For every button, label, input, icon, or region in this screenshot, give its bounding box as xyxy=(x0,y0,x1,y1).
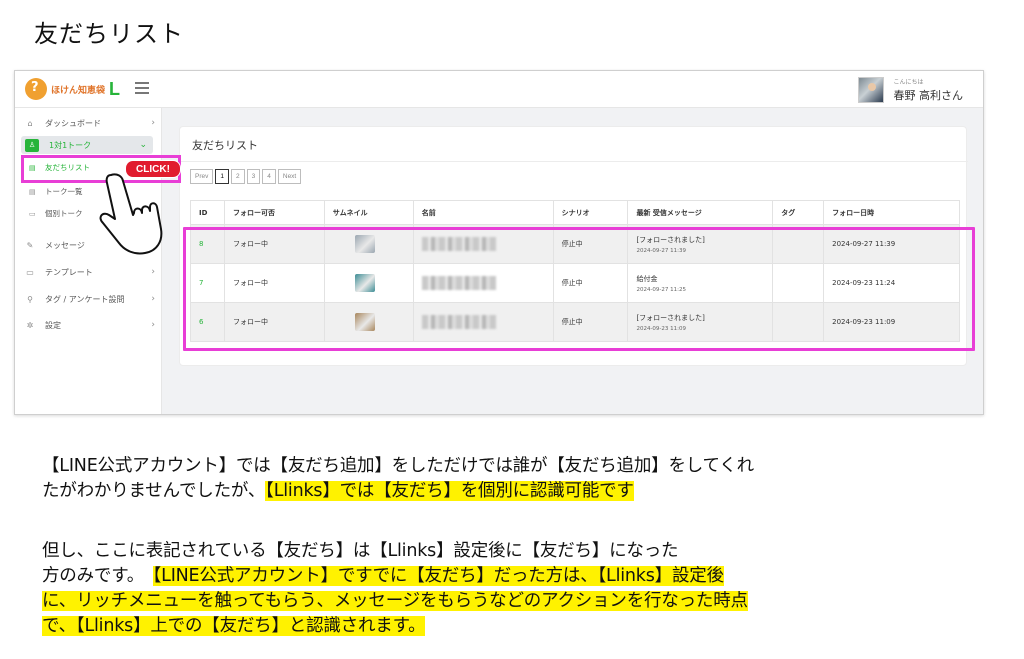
chevron-right-icon: › xyxy=(151,267,155,277)
sidebar-item-tag-survey[interactable]: ⚲ タグ / アンケート設問 › xyxy=(25,290,155,308)
chat-icon: ▭ xyxy=(29,209,36,218)
rows-highlight-frame xyxy=(183,227,975,351)
brand-mark-icon xyxy=(25,78,47,100)
pagination-page-3[interactable]: 3 xyxy=(246,169,261,184)
app-screenshot: ほけん知恵袋 L こんにちは 春野 高利さん ⌂ ダッシュボード › ♙ 1対1… xyxy=(14,70,984,415)
sidebar-item-dashboard[interactable]: ⌂ ダッシュボード › xyxy=(25,114,155,132)
message-icon: ✎ xyxy=(26,240,34,250)
highlighted-text: で、【Llinks】上での【友だち】と認識されます。 xyxy=(42,616,426,636)
sidebar-item-label: 1対1トーク xyxy=(49,140,92,150)
chevron-right-icon: › xyxy=(151,118,155,128)
pagination: Prev 1 2 3 4 Next xyxy=(190,169,303,184)
pagination-page-1[interactable]: 1 xyxy=(215,169,229,184)
pagination-prev-button[interactable]: Prev xyxy=(190,169,214,184)
sidebar-item-settings[interactable]: ✲ 設定 › xyxy=(25,316,155,334)
template-icon: ▭ xyxy=(26,267,34,277)
divider xyxy=(180,161,968,162)
highlighted-text: 【LINE公式アカウント】ですでに【友だち】だった方は、【Llinks】設定後 xyxy=(152,566,724,586)
highlighted-text: 【Llinks】では【友だち】を個別に認識可能です xyxy=(265,481,634,501)
sidebar-item-label: ダッシュボード xyxy=(45,118,101,128)
sidebar-subitem-label: 個別トーク xyxy=(45,209,83,218)
click-badge: CLICK! xyxy=(125,160,181,178)
sidebar-item-label: テンプレート xyxy=(45,267,93,277)
brand-text: ほけん知恵袋 xyxy=(51,85,106,96)
gear-icon: ✲ xyxy=(26,320,34,330)
tag-icon: ⚲ xyxy=(27,294,33,304)
explanation-line: 方のみです。 【LINE公式アカウント】ですでに【友だち】だった方は、【Llin… xyxy=(42,565,724,587)
sidebar-item-talk[interactable]: 1対1トーク ⌄ xyxy=(49,136,153,154)
user-icon: ♙ xyxy=(25,139,39,152)
column-header[interactable]: タグ xyxy=(772,200,825,225)
card-title: 友だちリスト xyxy=(192,139,258,152)
explanation-line: で、【Llinks】上での【友だち】と認識されます。 xyxy=(42,615,426,637)
sidebar-subitem-talk-list[interactable]: ▤ トーク一覧 xyxy=(29,186,83,197)
explanation-line: に、リッチメニューを触ってもらう、メッセージをもらうなどのアクションを行なった時… xyxy=(42,590,748,612)
home-icon: ⌂ xyxy=(27,118,33,128)
avatar xyxy=(857,77,884,103)
sidebar-subitem-label: トーク一覧 xyxy=(45,187,83,196)
page-title: 友だちリスト xyxy=(34,20,184,48)
brand-letter: L xyxy=(109,78,121,99)
explanation-line: たがわかりませんでしたが、【Llinks】では【友だち】を個別に認識可能です xyxy=(42,480,634,502)
explanation-line: 但し、ここに表記されている【友だち】は【Llinks】設定後に【友だち】になった xyxy=(42,541,679,561)
explanation-line: 【LINE公式アカウント】では【友だち追加】をしただけでは誰が【友だち追加】をし… xyxy=(42,456,754,476)
pagination-page-2[interactable]: 2 xyxy=(231,169,245,184)
column-header[interactable]: フォロー日時 xyxy=(823,200,960,225)
sidebar-item-template[interactable]: ▭ テンプレート › xyxy=(25,263,155,281)
user-greeting: こんにちは xyxy=(893,79,924,86)
sidebar-item-label: 設定 xyxy=(45,320,61,330)
table-header-row: ID フォロー可否 サムネイル 名前 シナリオ 最新 受信メッセージ タグ フォ… xyxy=(190,200,960,225)
user-name: 春野 高利さん xyxy=(893,89,964,102)
chevron-right-icon: › xyxy=(151,320,155,330)
sidebar-item-label: タグ / アンケート設問 xyxy=(45,294,125,304)
column-header[interactable]: フォロー可否 xyxy=(224,200,325,225)
column-header[interactable]: サムネイル xyxy=(324,200,414,225)
chevron-down-icon: ⌄ xyxy=(139,140,147,150)
column-header[interactable]: 名前 xyxy=(413,200,554,225)
sidebar-item-label: メッセージ xyxy=(45,240,85,250)
top-bar: ほけん知恵袋 L こんにちは 春野 高利さん xyxy=(15,71,983,108)
pagination-next-button[interactable]: Next xyxy=(277,169,302,184)
pointing-hand-icon xyxy=(99,173,163,255)
chevron-right-icon: › xyxy=(151,294,155,304)
brand-logo[interactable]: ほけん知恵袋 L xyxy=(25,77,120,101)
hamburger-menu-icon[interactable] xyxy=(135,82,149,94)
list-icon: ▤ xyxy=(29,187,36,196)
explanation-text: たがわかりませんでしたが、 xyxy=(42,481,266,501)
column-header[interactable]: 最新 受信メッセージ xyxy=(627,200,774,225)
pagination-page-4[interactable]: 4 xyxy=(262,169,276,184)
column-header[interactable]: ID xyxy=(190,200,225,225)
sidebar-subitem-individual-talk[interactable]: ▭ 個別トーク xyxy=(29,208,83,219)
highlighted-text: に、リッチメニューを触ってもらう、メッセージをもらうなどのアクションを行なった時… xyxy=(42,591,748,611)
explanation-text: 方のみです。 xyxy=(42,566,153,586)
user-menu[interactable]: こんにちは 春野 高利さん xyxy=(857,76,964,104)
column-header[interactable]: シナリオ xyxy=(553,200,629,225)
